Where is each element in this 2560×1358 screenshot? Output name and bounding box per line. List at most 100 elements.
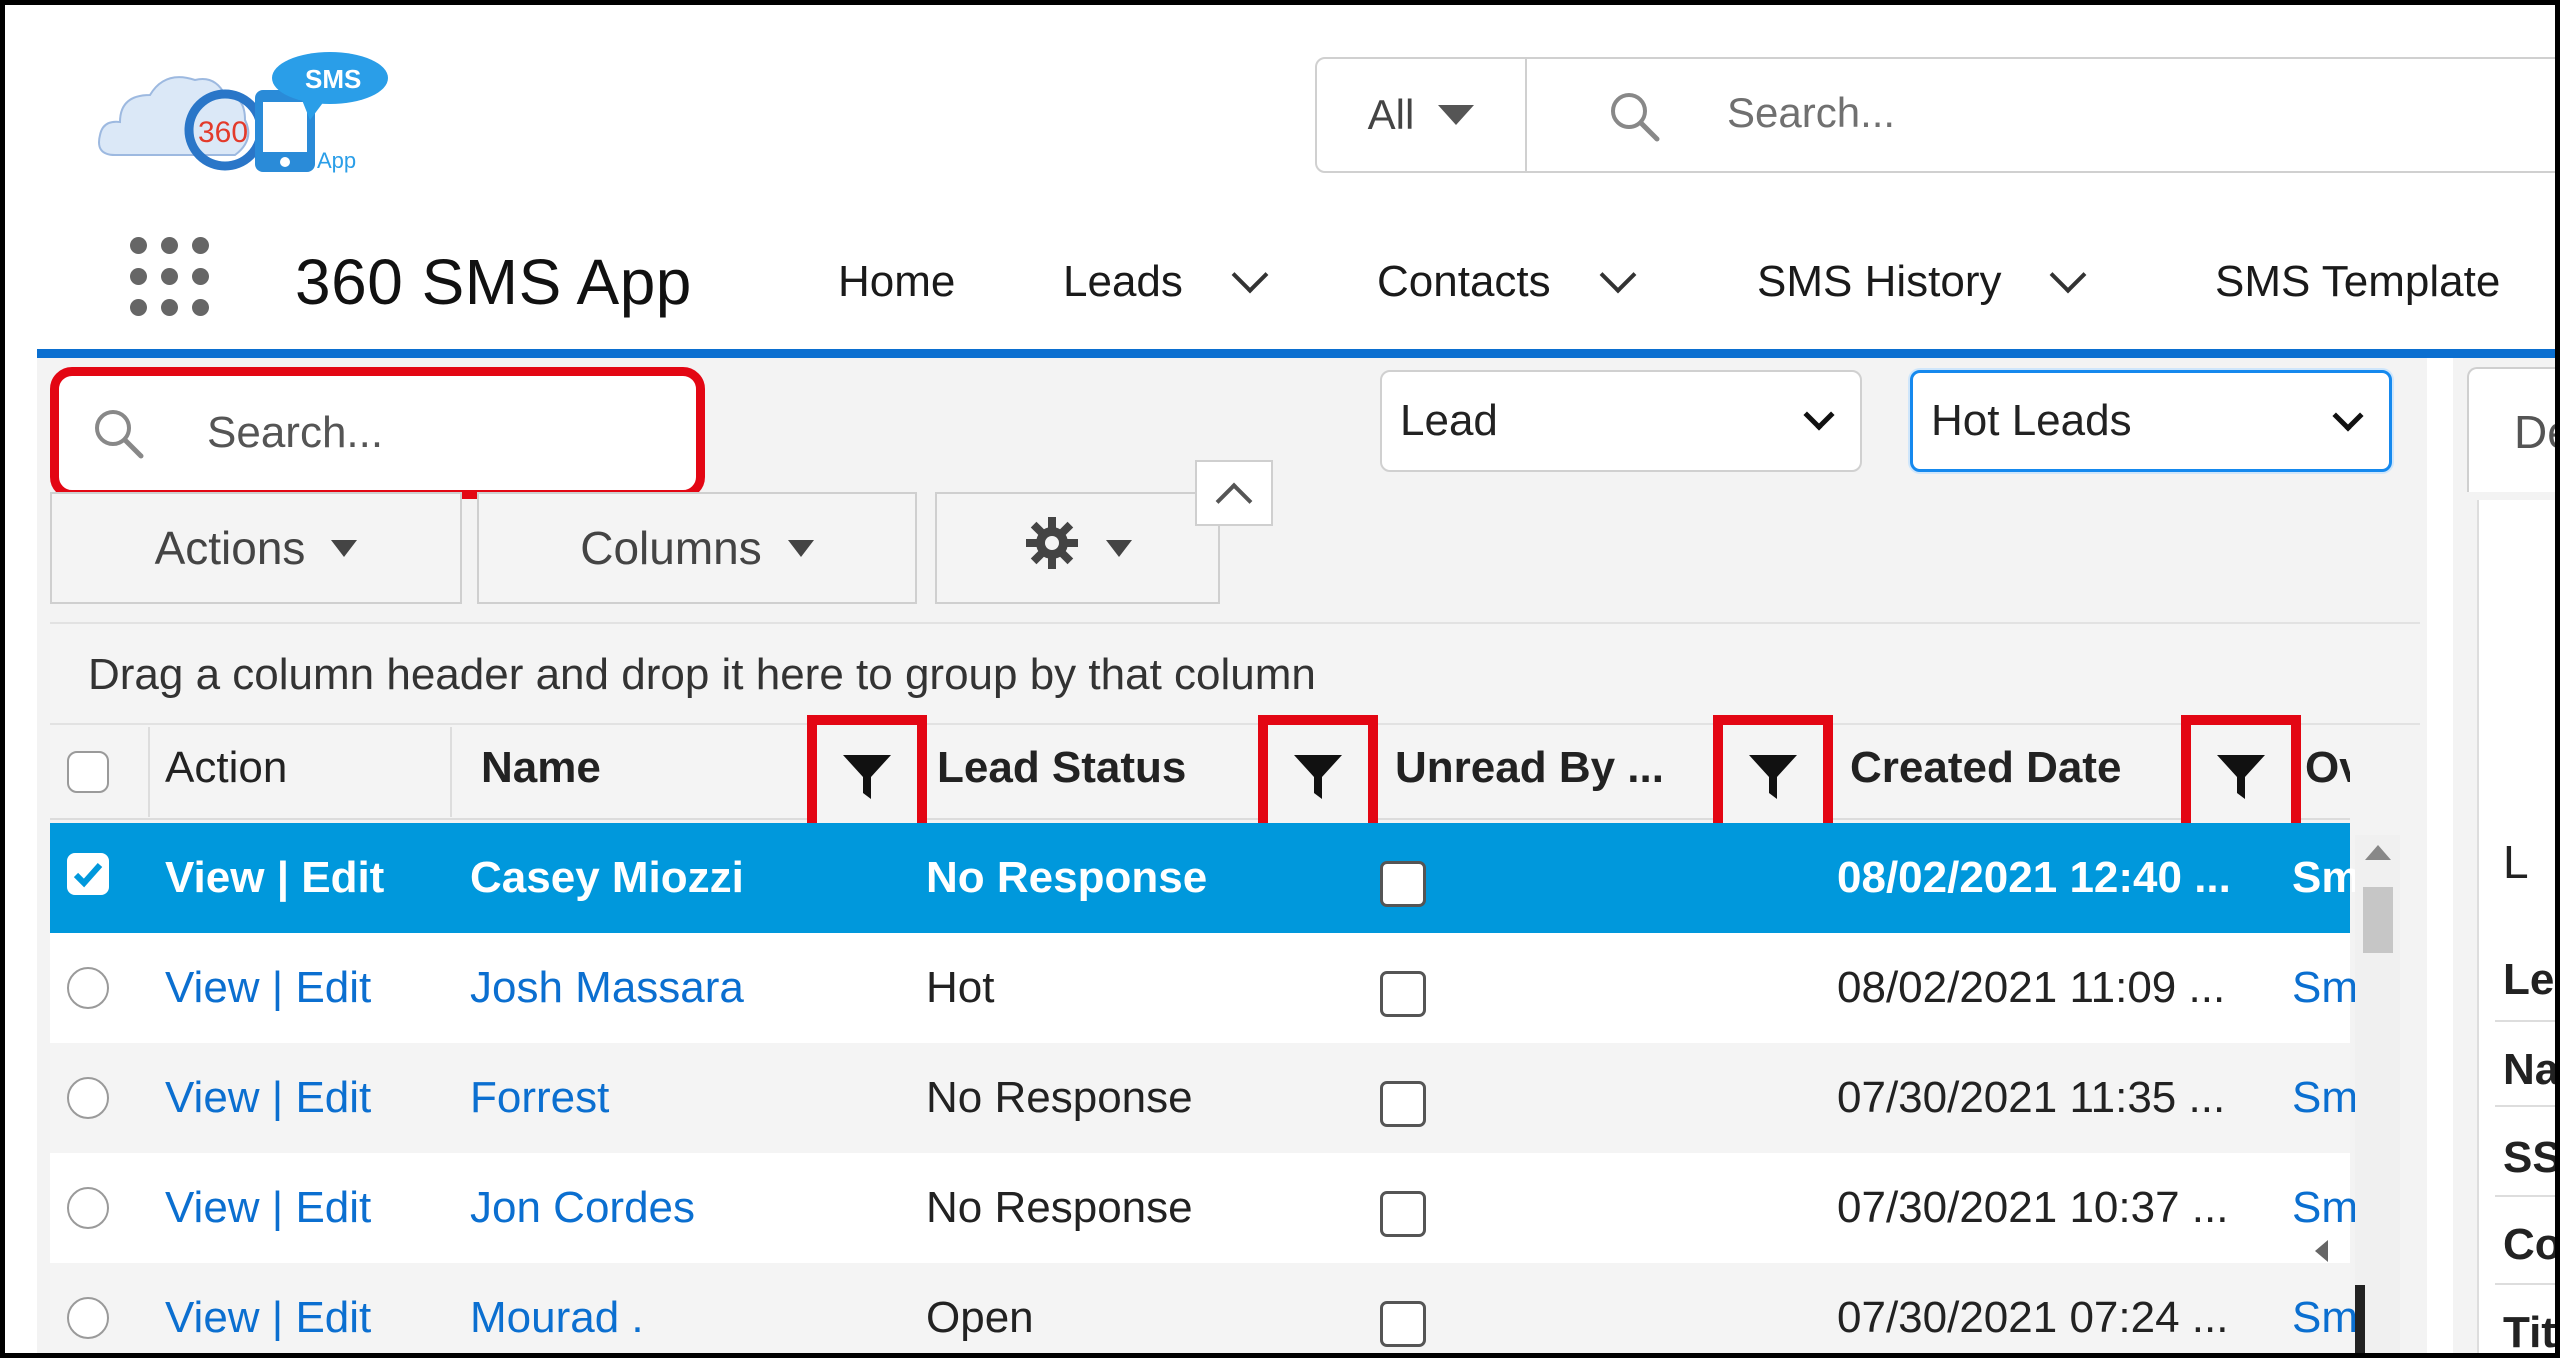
collapse-toggle[interactable]	[1195, 460, 1273, 526]
nav-item-home[interactable]: Home	[838, 257, 955, 307]
lead-name-link[interactable]: Casey Miozzi	[470, 853, 744, 903]
search-scope-label: All	[1367, 91, 1415, 138]
caret-down-icon	[1105, 539, 1132, 557]
nav-item-sms-history[interactable]: SMS History	[1757, 256, 2087, 307]
columns-button-label: Columns	[580, 522, 762, 574]
horizontal-scroll-thumb[interactable]	[2355, 1285, 2365, 1353]
created-date-cell: 07/30/2021 10:37 ...	[1837, 1183, 2229, 1232]
group-hint-text: Drag a column header and drop it here to…	[88, 650, 1316, 699]
vertical-scrollbar[interactable]	[2315, 835, 2400, 1353]
unread-checkbox[interactable]	[1380, 861, 1426, 907]
lead-status-filter-icon[interactable]	[1258, 715, 1378, 833]
actions-button[interactable]: Actions	[50, 492, 462, 604]
detail-tab[interactable]: De	[2467, 367, 2555, 492]
unread-checkbox[interactable]	[1380, 971, 1426, 1017]
unread-by-filter-icon[interactable]	[1713, 715, 1833, 833]
scrollbar-thumb[interactable]	[2363, 887, 2393, 953]
caret-down-icon	[331, 539, 358, 557]
nav-item-leads[interactable]: Leads	[1063, 256, 1269, 307]
view-edit-link[interactable]: View | Edit	[165, 1073, 371, 1123]
search-icon	[91, 406, 147, 467]
column-header-lead-status[interactable]: Lead Status	[937, 743, 1186, 793]
scroll-up-icon[interactable]	[2365, 845, 2391, 860]
chevron-down-icon	[1803, 399, 1835, 431]
lead-status-cell: No Response	[926, 1183, 1193, 1232]
column-header-owner[interactable]: Ov	[2305, 743, 2350, 793]
column-header-created-date[interactable]: Created Date	[1850, 743, 2121, 793]
chevron-down-icon[interactable]	[1599, 256, 1637, 294]
owner-link[interactable]: Sm	[2292, 1293, 2358, 1343]
chevron-down-icon[interactable]	[1231, 256, 1269, 294]
owner-link[interactable]: Sm	[2292, 853, 2360, 903]
owner-link[interactable]: Sm	[2292, 1073, 2358, 1123]
object-select-value: Lead	[1400, 396, 1498, 445]
view-edit-link[interactable]: View | Edit	[165, 853, 384, 903]
lead-status-cell: No Response	[926, 1073, 1193, 1122]
nav-item-label: Contacts	[1377, 257, 1551, 306]
lead-name-link[interactable]: Mourad .	[470, 1293, 644, 1343]
nav-active-underline	[37, 349, 2555, 358]
nav-item-contacts[interactable]: Contacts	[1377, 256, 1637, 307]
view-edit-link[interactable]: View | Edit	[165, 963, 371, 1013]
created-date-cell: 08/02/2021 11:09 ...	[1837, 963, 2226, 1012]
owner-link[interactable]: Sm	[2292, 963, 2358, 1013]
row-checkbox[interactable]	[67, 1297, 109, 1339]
list-view-select[interactable]: Hot Leads	[1910, 370, 2392, 472]
row-checkbox[interactable]	[67, 1077, 109, 1119]
lead-status-cell: Open	[926, 1293, 1034, 1342]
grid-search-input[interactable]: Search...	[207, 408, 383, 458]
list-view-select-value: Hot Leads	[1931, 396, 2132, 445]
group-drop-area[interactable]: Drag a column header and drop it here to…	[50, 622, 2420, 725]
search-icon	[1607, 89, 1663, 150]
global-search: All Search...	[1315, 57, 2555, 173]
columns-button[interactable]: Columns	[477, 492, 917, 604]
select-all-checkbox[interactable]	[67, 751, 109, 793]
table-row[interactable]: View | Edit Casey Miozzi No Response 08/…	[50, 823, 2360, 933]
row-checkbox[interactable]	[67, 1187, 109, 1229]
nav-item-label: SMS History	[1757, 257, 2002, 306]
unread-checkbox[interactable]	[1380, 1301, 1426, 1347]
object-select[interactable]: Lead	[1380, 370, 1862, 472]
scroll-left-icon[interactable]	[2315, 1240, 2328, 1262]
table-row[interactable]: View | Edit Mourad . Open 07/30/2021 07:…	[50, 1263, 2358, 1353]
actions-button-label: Actions	[154, 522, 306, 574]
detail-heading: L	[2503, 836, 2529, 888]
nav-item-sms-template[interactable]: SMS Template	[2215, 257, 2500, 307]
chevron-down-icon[interactable]	[2050, 256, 2087, 294]
svg-text:360: 360	[198, 116, 248, 149]
row-checkbox[interactable]	[67, 967, 109, 1009]
created-date-filter-icon[interactable]	[2181, 715, 2301, 833]
global-search-input[interactable]: Search...	[1727, 89, 1895, 137]
app-name: 360 SMS App	[295, 246, 692, 318]
app-launcher-icon[interactable]	[130, 237, 210, 317]
detail-field-label: Na	[2503, 1045, 2555, 1094]
settings-button[interactable]	[935, 492, 1220, 604]
unread-checkbox[interactable]	[1380, 1081, 1426, 1127]
detail-tab-label: De	[2514, 406, 2555, 458]
lead-name-link[interactable]: Jon Cordes	[470, 1183, 695, 1233]
detail-field-label: Tit	[2503, 1308, 2555, 1353]
column-header-name[interactable]: Name	[481, 743, 601, 793]
detail-field-label: Lea	[2503, 955, 2555, 1004]
view-edit-link[interactable]: View | Edit	[165, 1183, 371, 1233]
grid-search-box[interactable]: Search...	[50, 367, 705, 499]
lead-name-link[interactable]: Forrest	[470, 1073, 609, 1123]
table-row[interactable]: View | Edit Forrest No Response 07/30/20…	[50, 1043, 2358, 1153]
row-checkbox[interactable]	[67, 853, 109, 895]
table-row[interactable]: View | Edit Josh Massara Hot 08/02/2021 …	[50, 933, 2358, 1043]
column-header-action[interactable]: Action	[165, 743, 287, 793]
chevron-down-icon	[2332, 400, 2364, 432]
column-header-unread-by[interactable]: Unread By ...	[1395, 743, 1664, 793]
name-filter-icon[interactable]	[807, 715, 927, 833]
logo-sub: App	[317, 148, 356, 173]
lead-name-link[interactable]: Josh Massara	[470, 963, 744, 1013]
detail-field-label: Co	[2503, 1220, 2555, 1269]
app-window: 360 SMS App All Search... 360 SMS App Ho…	[5, 5, 2555, 1353]
table-row[interactable]: View | Edit Jon Cordes No Response 07/30…	[50, 1153, 2358, 1263]
view-edit-link[interactable]: View | Edit	[165, 1293, 371, 1343]
created-date-cell: 07/30/2021 07:24 ...	[1837, 1293, 2229, 1342]
owner-link[interactable]: Sm	[2292, 1183, 2358, 1233]
unread-checkbox[interactable]	[1380, 1191, 1426, 1237]
caret-down-icon	[1438, 105, 1475, 125]
search-scope-dropdown[interactable]: All	[1317, 59, 1527, 171]
